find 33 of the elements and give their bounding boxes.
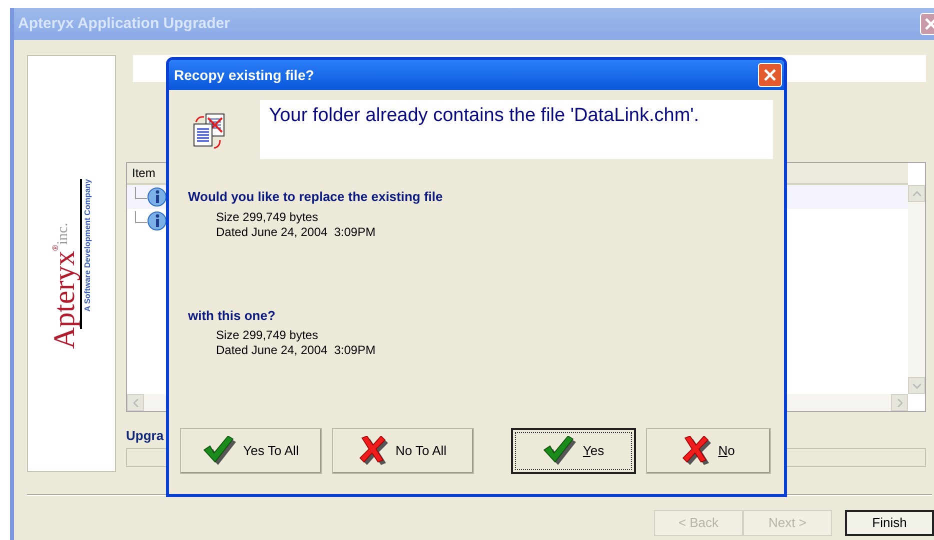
info-icon [147, 187, 167, 207]
cross-icon [682, 436, 712, 466]
file-date-text: Dated June 24, 2004 3:09PM [216, 343, 376, 358]
dialog-title: Recopy existing file? [174, 66, 314, 85]
scroll-up-button[interactable] [908, 185, 925, 202]
progress-label: Upgra [126, 427, 165, 445]
logo-registered-mark: ® [50, 244, 60, 250]
file-size-text: Size 299,749 bytes [216, 210, 320, 224]
close-button[interactable] [758, 63, 782, 87]
scroll-left-button[interactable] [127, 394, 144, 411]
checkmark-icon [542, 436, 577, 466]
logo-tagline: A Software Development Company [82, 178, 93, 312]
choice-button[interactable]: Yes To All [180, 428, 322, 474]
file-size-text: Size 299,749 bytes [216, 328, 320, 343]
choice-button[interactable]: Yes [511, 428, 636, 474]
file-date-text: Dated June 24, 2004 3:09PM [216, 224, 376, 240]
scroll-right-button[interactable] [891, 394, 908, 411]
close-icon [925, 18, 934, 30]
question-text: Would you like to replace the existing file [188, 188, 443, 206]
scroll-down-button[interactable] [908, 377, 925, 394]
question-text: with this one? [188, 306, 276, 324]
wizard-button[interactable]: Finish [845, 510, 934, 536]
choice-button[interactable]: No To All [332, 428, 474, 474]
checkmark-icon [203, 436, 238, 466]
choice-button[interactable]: No [646, 428, 771, 474]
window-title: Apteryx Application Upgrader [18, 14, 230, 34]
cross-icon [359, 436, 390, 466]
vertical-scrollbar[interactable] [908, 185, 925, 394]
logo-name: Apteryx [50, 250, 80, 348]
logo-suffix: inc. [56, 222, 70, 244]
info-icon [147, 211, 167, 231]
close-icon [764, 69, 776, 81]
message-text: Your folder already contains the file 'DataLink.chm'. [269, 105, 700, 126]
